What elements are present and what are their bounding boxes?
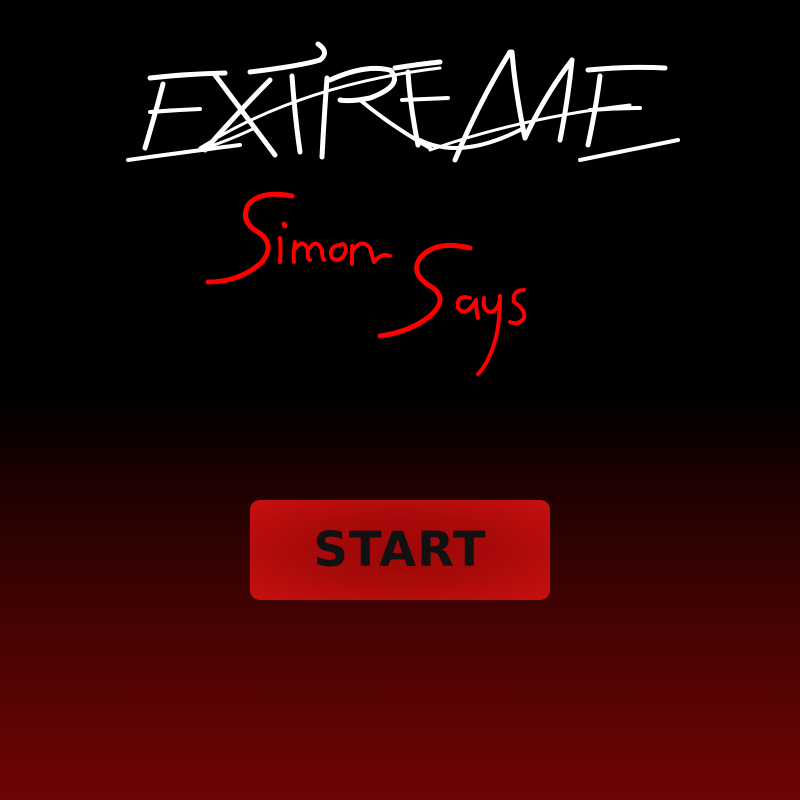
start-button-label: START — [313, 522, 487, 578]
logo-says-lettering — [377, 243, 527, 376]
logo-simon-lettering — [205, 191, 392, 285]
logo-artwork — [126, 41, 680, 376]
start-button[interactable]: START — [250, 500, 550, 600]
game-logo: EXTREME Simon Says — [0, 0, 800, 420]
title-screen: EXTREME Simon Says — [0, 0, 800, 800]
logo-extreme-lettering — [126, 41, 680, 163]
